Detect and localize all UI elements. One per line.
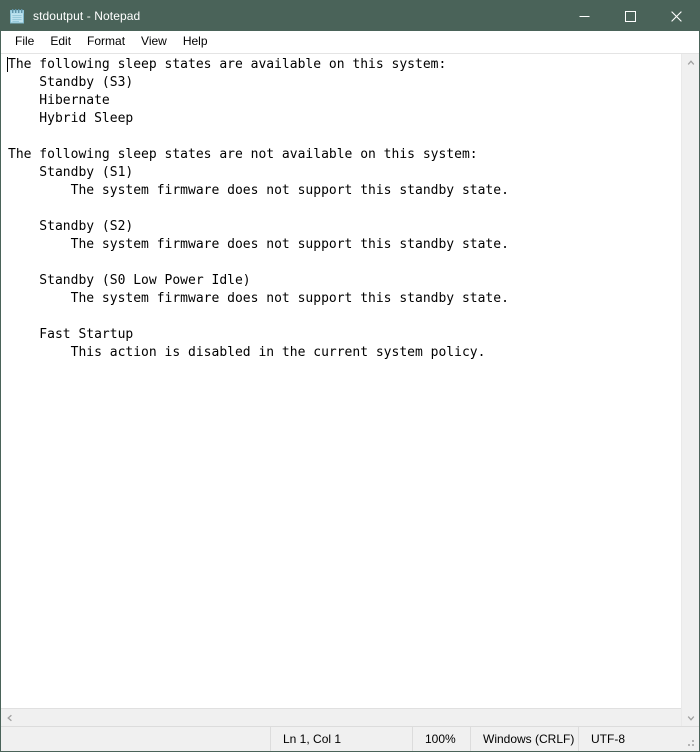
resize-grip-icon[interactable]	[679, 727, 699, 751]
close-button[interactable]	[653, 1, 699, 31]
chevron-up-icon	[687, 59, 694, 65]
menu-item-file[interactable]: File	[7, 32, 42, 51]
menu-item-format[interactable]: Format	[79, 32, 133, 51]
text-editor[interactable]: The following sleep states are available…	[1, 54, 681, 708]
window-title: stdoutput - Notepad	[33, 9, 141, 23]
vertical-scroll-track[interactable]	[682, 71, 699, 709]
close-icon	[670, 10, 682, 22]
menu-bar: File Edit Format View Help	[1, 31, 699, 53]
horizontal-scrollbar[interactable]	[1, 708, 681, 726]
status-zoom-level[interactable]: 100%	[413, 727, 471, 751]
horizontal-scroll-track[interactable]	[18, 709, 664, 726]
menu-item-view[interactable]: View	[133, 32, 175, 51]
chevron-left-icon	[6, 714, 12, 721]
scroll-down-button[interactable]	[682, 709, 699, 726]
chevron-down-icon	[687, 715, 694, 721]
notepad-window: stdoutput - Notepad File Edit Format Vie…	[0, 0, 700, 752]
scroll-right-button[interactable]	[664, 709, 681, 726]
minimize-icon	[579, 15, 589, 17]
editor-content[interactable]: The following sleep states are available…	[1, 54, 681, 362]
scroll-left-button[interactable]	[1, 709, 18, 726]
status-cursor-position: Ln 1, Col 1	[271, 727, 413, 751]
status-line-ending[interactable]: Windows (CRLF)	[471, 727, 579, 751]
status-encoding[interactable]: UTF-8	[579, 727, 679, 751]
text-column: The following sleep states are available…	[1, 54, 681, 726]
menu-item-edit[interactable]: Edit	[42, 32, 79, 51]
status-bar: Ln 1, Col 1 100% Windows (CRLF) UTF-8	[1, 726, 699, 751]
vertical-scrollbar[interactable]	[681, 54, 699, 726]
menu-item-help[interactable]: Help	[175, 32, 216, 51]
notepad-icon	[9, 8, 25, 24]
minimize-button[interactable]	[561, 1, 607, 31]
title-bar[interactable]: stdoutput - Notepad	[1, 1, 699, 31]
maximize-button[interactable]	[607, 1, 653, 31]
maximize-icon	[624, 10, 636, 22]
scroll-up-button[interactable]	[682, 54, 699, 71]
status-spacer	[1, 727, 271, 751]
editor-area: The following sleep states are available…	[1, 53, 699, 726]
